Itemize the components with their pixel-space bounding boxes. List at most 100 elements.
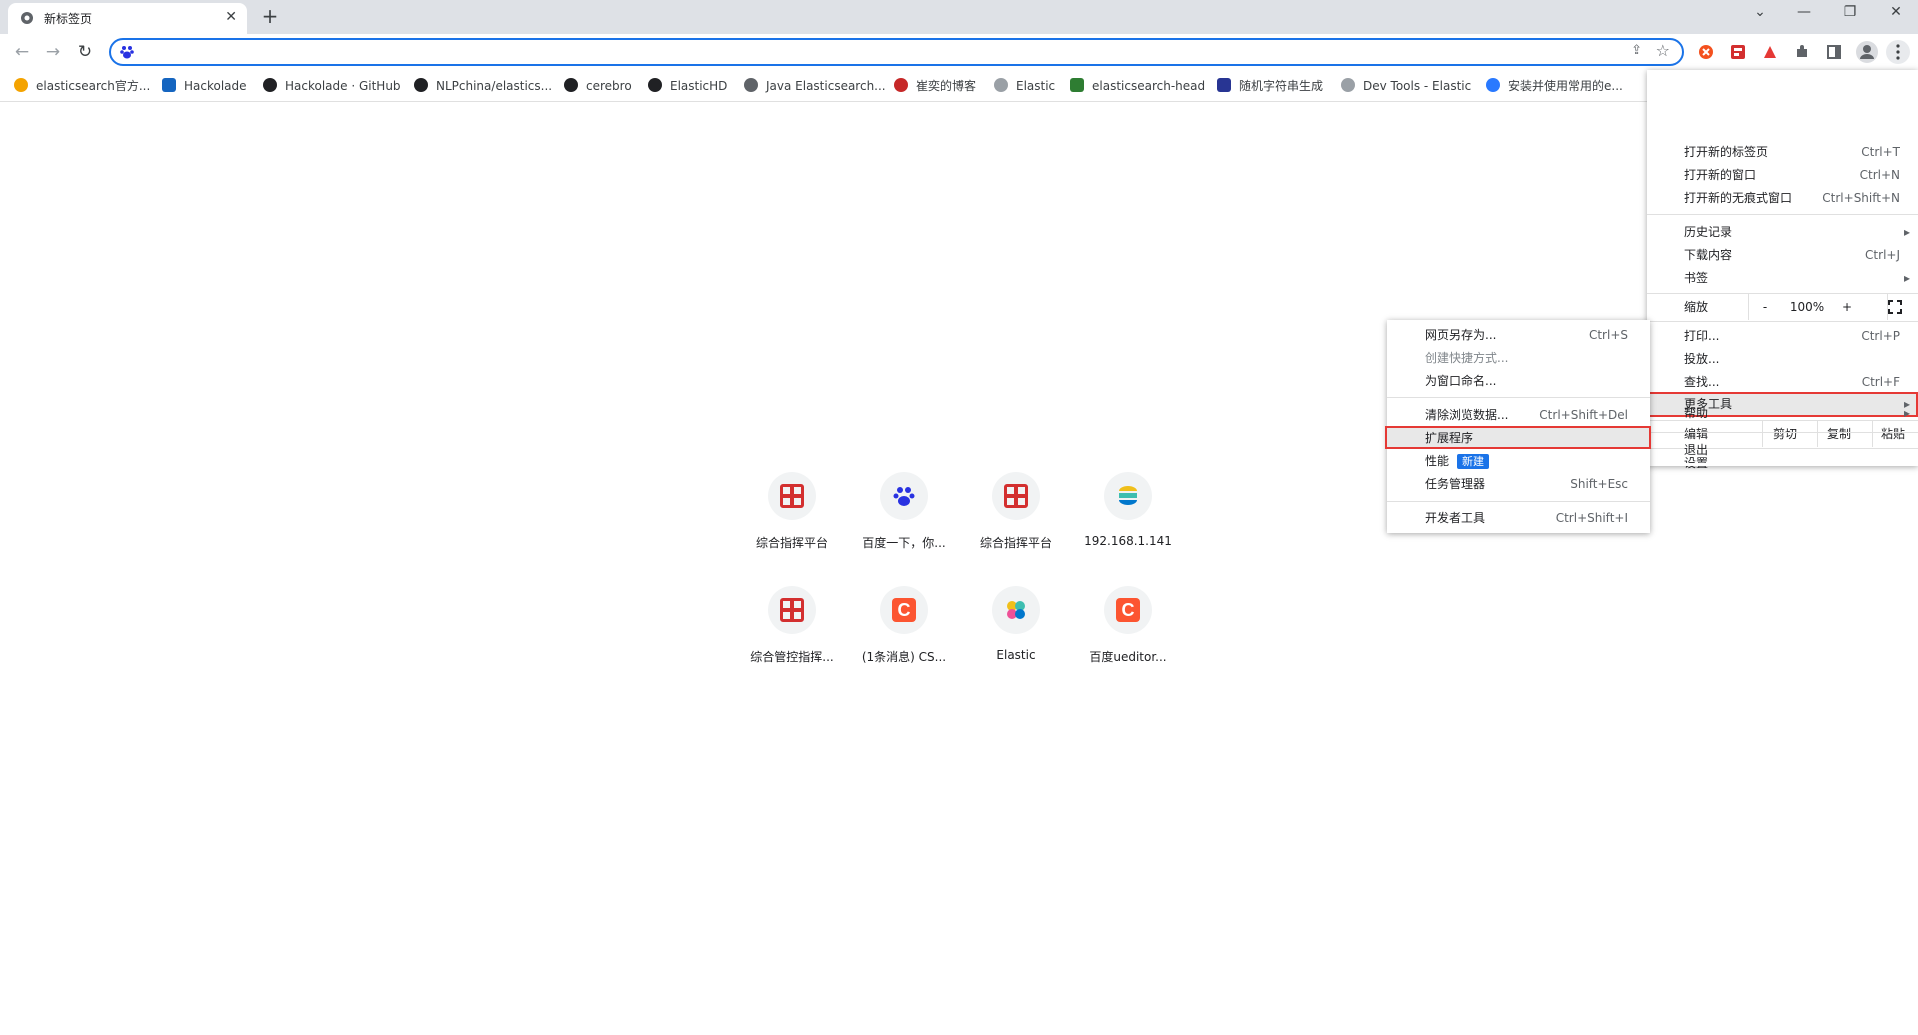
shortcut-tile[interactable]: 百度一下，你... (848, 472, 960, 551)
menu-item-find[interactable]: 查找...Ctrl+F (1684, 371, 1900, 393)
elastic-outline-icon (994, 78, 1008, 92)
menu-bottom-pad (1647, 463, 1918, 466)
github-icon (564, 78, 578, 92)
menu-separator (1387, 397, 1650, 398)
toolbar: ← → ↻ ⇪ ☆ (0, 34, 1918, 70)
tab-new-tab[interactable]: 新标签页 ✕ (8, 3, 247, 34)
menu-separator (1647, 321, 1918, 322)
globe-icon (744, 78, 758, 92)
new-badge: 新建 (1457, 454, 1489, 469)
bookmark-item[interactable]: cerebro (564, 77, 632, 95)
new-tab-button[interactable]: + (258, 4, 282, 28)
elastic-icon (14, 78, 28, 92)
extension-red-icon[interactable] (1730, 44, 1746, 60)
shortcut-tile[interactable]: Elastic (960, 586, 1072, 662)
menu-item-new-window[interactable]: 打开新的窗口Ctrl+N (1684, 164, 1900, 186)
bookmark-item[interactable]: elasticsearch官方... (14, 77, 150, 95)
grid-icon (780, 598, 804, 622)
bookmark-item[interactable]: ElasticHD (648, 77, 727, 95)
bookmark-item[interactable]: 随机字符串生成 (1217, 77, 1323, 95)
forward-button[interactable]: → (43, 42, 63, 62)
submenu-item-name-window[interactable]: 为窗口命名... (1425, 370, 1628, 392)
shortcut-tile[interactable]: C 百度ueditor... (1072, 586, 1184, 665)
restore-button[interactable]: ❐ (1840, 4, 1860, 20)
tab-search-icon[interactable]: ⌄ (1750, 4, 1770, 20)
address-bar[interactable]: ⇪ ☆ (109, 38, 1684, 66)
github-icon (648, 78, 662, 92)
submenu-item-save-page[interactable]: 网页另存为...Ctrl+S (1425, 324, 1628, 346)
extension-pdf-icon[interactable] (1762, 44, 1778, 60)
tab-title: 新标签页 (44, 10, 92, 27)
bookmark-item[interactable]: 安装并使用常用的e... (1486, 77, 1623, 95)
submenu-arrow-icon: ▸ (1904, 221, 1910, 243)
menu-separator (1647, 432, 1918, 433)
menu-item-new-incognito[interactable]: 打开新的无痕式窗口Ctrl+Shift+N (1684, 187, 1900, 209)
shortcut-tile[interactable]: C (1条消息) CS... (848, 586, 960, 665)
more-tools-submenu: 网页另存为...Ctrl+S 创建快捷方式... 为窗口命名... 清除浏览数据… (1387, 320, 1650, 533)
submenu-arrow-icon: ▸ (1904, 267, 1910, 289)
menu-item-bookmarks[interactable]: 书签▸ (1684, 267, 1910, 289)
github-icon (263, 78, 277, 92)
zoom-in-button[interactable]: + (1839, 296, 1855, 318)
highlight-box-extensions (1385, 426, 1651, 449)
menu-item-downloads[interactable]: 下载内容Ctrl+J (1684, 244, 1900, 266)
fullscreen-icon[interactable] (1888, 300, 1902, 314)
share-icon[interactable]: ⇪ (1631, 43, 1642, 58)
zoom-out-button[interactable]: - (1757, 296, 1773, 318)
bookmark-item[interactable]: 崔奕的博客 (894, 77, 976, 95)
bookmark-item[interactable]: Elastic (994, 77, 1055, 95)
menu-item-history[interactable]: 历史记录▸ (1684, 221, 1910, 243)
submenu-arrow-icon: ▸ (1904, 402, 1910, 424)
tab-strip: 新标签页 ✕ + ⌄ — ❐ ✕ (0, 0, 1918, 34)
submenu-item-create-shortcut[interactable]: 创建快捷方式... (1425, 347, 1628, 369)
close-window-button[interactable]: ✕ (1886, 4, 1906, 20)
random-string-icon (1217, 78, 1231, 92)
bookmark-item[interactable]: Hackolade · GitHub (263, 77, 401, 95)
extension-orange-icon[interactable] (1698, 44, 1714, 60)
menu-item-help[interactable]: 帮助▸ (1684, 402, 1910, 424)
baidu-icon (892, 484, 916, 508)
bookmark-item[interactable]: Dev Tools - Elastic (1341, 77, 1471, 95)
menu-item-new-tab[interactable]: 打开新的标签页Ctrl+T (1684, 141, 1900, 163)
bookmark-item[interactable]: Java Elasticsearch... (744, 77, 886, 95)
grid-icon (1004, 484, 1028, 508)
menu-item-exit[interactable]: 退出 (1684, 439, 1900, 461)
submenu-item-clear-data[interactable]: 清除浏览数据...Ctrl+Shift+Del (1425, 404, 1628, 426)
zoom-level: 100% (1782, 296, 1832, 318)
menu-item-cast[interactable]: 投放... (1684, 348, 1900, 370)
elastic-outline-icon (1341, 78, 1355, 92)
menu-separator (1387, 501, 1650, 502)
minimize-button[interactable]: — (1794, 4, 1814, 20)
back-button[interactable]: ← (12, 42, 32, 62)
bookmark-item[interactable]: Hackolade (162, 77, 247, 95)
baidu-icon (119, 44, 135, 60)
menu-separator (1647, 214, 1918, 215)
elastic-cluster-icon (1004, 598, 1028, 622)
extensions-puzzle-icon[interactable] (1794, 44, 1810, 60)
github-icon (414, 78, 428, 92)
bookmark-item[interactable]: elasticsearch-head (1070, 77, 1205, 95)
menu-item-zoom-label: 缩放 (1684, 296, 1734, 318)
chrome-globe-icon (20, 11, 34, 25)
shortcut-tile[interactable]: 综合指挥平台 (736, 472, 848, 551)
submenu-item-performance[interactable]: 性能 新建 (1425, 450, 1628, 472)
shortcut-tile[interactable]: 综合管控指挥... (736, 586, 848, 665)
side-panel-icon[interactable] (1826, 44, 1842, 60)
reload-button[interactable]: ↻ (75, 42, 95, 62)
submenu-item-devtools[interactable]: 开发者工具Ctrl+Shift+I (1425, 507, 1628, 529)
hackolade-icon (162, 78, 176, 92)
bookmark-item[interactable]: NLPchina/elastics... (414, 77, 552, 95)
tab-close-icon[interactable]: ✕ (225, 9, 237, 25)
blog-icon (894, 78, 908, 92)
csdn-icon: C (892, 598, 916, 622)
bookmark-star-icon[interactable]: ☆ (1656, 41, 1670, 60)
menu-item-print[interactable]: 打印...Ctrl+P (1684, 325, 1900, 347)
grid-icon (780, 484, 804, 508)
kebab-menu-icon[interactable] (1886, 40, 1910, 64)
head-icon (1070, 78, 1084, 92)
submenu-item-task-manager[interactable]: 任务管理器Shift+Esc (1425, 473, 1628, 495)
shortcut-tile[interactable]: 192.168.1.141 (1072, 472, 1184, 548)
profile-avatar-icon[interactable] (1855, 40, 1879, 64)
csdn-icon: C (1116, 598, 1140, 622)
shortcut-tile[interactable]: 综合指挥平台 (960, 472, 1072, 551)
